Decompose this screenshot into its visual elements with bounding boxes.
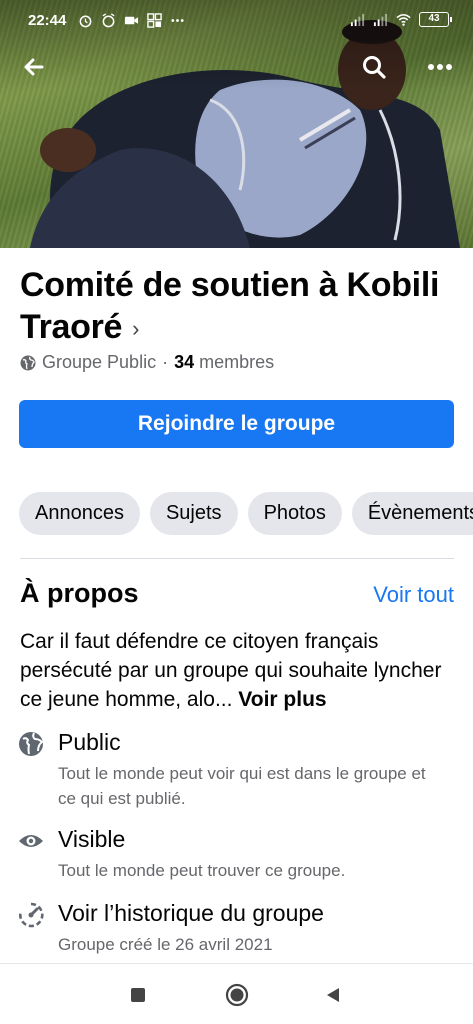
members-label: membres xyxy=(199,352,275,372)
about-item-subtitle: Tout le monde peut trouver ce groupe. xyxy=(58,861,346,880)
battery-icon: 43 xyxy=(419,12,452,27)
about-item-subtitle: Groupe créé le 26 avril 2021 xyxy=(58,935,273,954)
tab-photos[interactable]: Photos xyxy=(247,492,342,535)
history-icon xyxy=(19,902,44,928)
tab-evenements[interactable]: Évènements xyxy=(351,492,473,535)
group-title-text: Comité de soutien à Kobili Traoré xyxy=(20,266,440,346)
group-meta: Groupe Public · 34 membres xyxy=(20,352,274,373)
back-triangle-icon[interactable] xyxy=(320,982,346,1008)
video-icon xyxy=(124,16,139,25)
alarm-icon xyxy=(79,15,92,28)
signal-icon xyxy=(373,13,388,27)
member-count: 34 xyxy=(174,352,195,372)
group-tabs: Annonces Sujets Photos Évènements xyxy=(19,492,473,535)
more-dots-icon xyxy=(171,19,184,22)
system-nav-bar xyxy=(0,964,473,1024)
section-divider xyxy=(20,558,454,559)
globe-icon xyxy=(20,355,36,370)
eye-icon xyxy=(19,835,43,847)
about-description-text: Car il faut défendre ce citoyen français… xyxy=(20,630,442,711)
meta-separator: · xyxy=(162,352,169,372)
status-bar: 22:44 43 xyxy=(0,0,473,42)
about-item-subtitle: Tout le monde peut voir qui est dans le … xyxy=(58,764,426,808)
signal-icon xyxy=(350,13,365,27)
home-circle-icon[interactable] xyxy=(224,982,250,1008)
back-arrow-icon[interactable] xyxy=(17,50,51,84)
chevron-right-icon[interactable]: › xyxy=(132,308,139,350)
search-icon[interactable] xyxy=(357,50,391,84)
status-left-icons xyxy=(78,13,185,28)
alarm-clock-icon xyxy=(102,13,115,28)
member-count-wrap[interactable]: 34 membres xyxy=(174,352,274,373)
about-item-title: Visible xyxy=(58,826,126,852)
about-item-title: Public xyxy=(58,729,121,755)
join-group-button[interactable]: Rejoindre le groupe xyxy=(19,400,454,448)
tab-sujets[interactable]: Sujets xyxy=(149,492,238,535)
recents-square-icon[interactable] xyxy=(125,982,151,1008)
group-title[interactable]: Comité de soutien à Kobili Traoré › xyxy=(20,264,450,350)
globe-icon xyxy=(19,732,44,756)
wifi-icon xyxy=(396,14,411,26)
grid-icon xyxy=(147,13,162,28)
see-all-link[interactable]: Voir tout xyxy=(373,582,454,608)
about-item-title: Voir l’historique du groupe xyxy=(58,900,324,926)
status-right-icons: 43 xyxy=(350,12,452,27)
about-description: Car il faut défendre ce citoyen français… xyxy=(20,627,460,714)
more-icon[interactable] xyxy=(423,50,457,84)
about-heading: À propos xyxy=(20,578,139,608)
group-privacy: Groupe Public xyxy=(42,352,157,372)
tab-annonces[interactable]: Annonces xyxy=(19,492,140,535)
see-more-link[interactable]: Voir plus xyxy=(238,688,326,711)
status-time: 22:44 xyxy=(28,12,67,29)
